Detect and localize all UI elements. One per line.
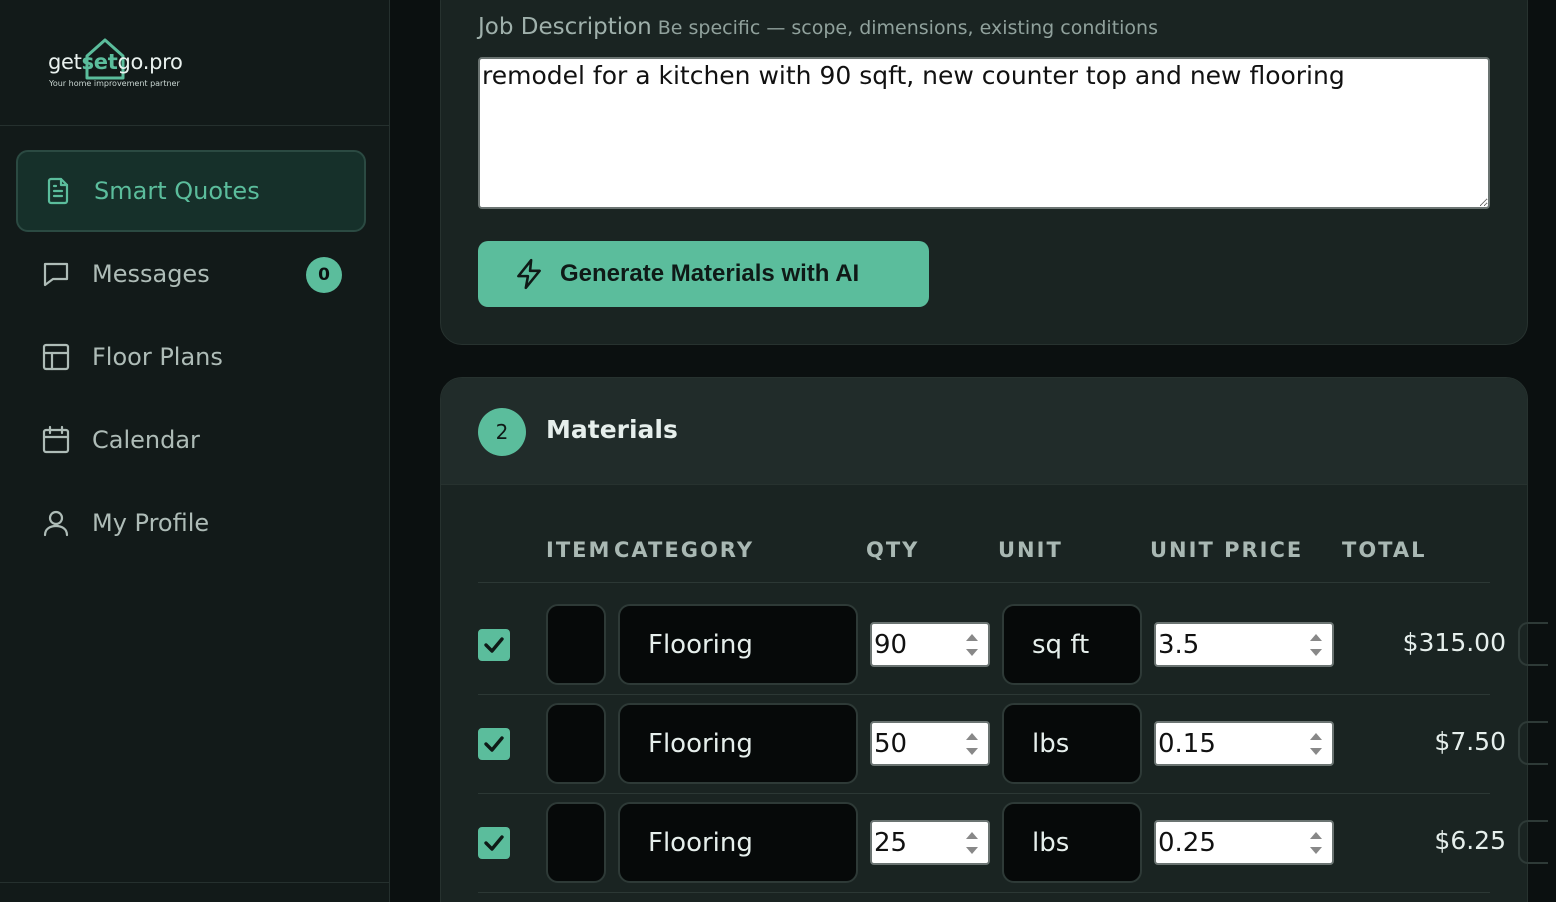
unit-price-value: 0.15 [1158,728,1216,759]
materials-title: Materials [546,415,678,444]
generate-materials-label: Generate Materials with AI [560,260,860,287]
layout-icon [40,341,72,373]
row-action-button[interactable] [1518,721,1548,765]
row-action-button[interactable] [1518,820,1548,864]
quantity-value: 50 [874,728,908,759]
unit-price-input[interactable]: 0.15 [1154,721,1334,766]
row-action-button[interactable] [1518,622,1548,666]
category-field[interactable]: Flooring [618,802,858,883]
generate-materials-button[interactable]: Generate Materials with AI [478,241,929,307]
quantity-input[interactable]: 25 [870,820,990,865]
lightning-icon [517,258,541,290]
job-description-hint: Be specific — scope, dimensions, existin… [657,17,1158,39]
item-field[interactable] [546,703,606,784]
unit-price-value: 3.5 [1158,629,1200,660]
unit-price-input[interactable]: 0.25 [1154,820,1334,865]
row-checkbox[interactable] [478,827,510,859]
column-header-unit: UNIT [998,538,1063,562]
column-header-total: TOTAL [1342,538,1427,562]
sidebar-item-my-profile[interactable]: My Profile [16,482,366,564]
spinner-arrows-icon[interactable] [1306,628,1326,662]
row-divider [478,694,1490,695]
sidebar-item-floor-plans[interactable]: Floor Plans [16,316,366,398]
sidebar-item-label: My Profile [92,509,210,537]
table-header-divider [478,582,1490,583]
job-description-input[interactable] [478,57,1490,209]
unit-price-input[interactable]: 3.5 [1154,622,1334,667]
column-header-qty: QTY [866,538,920,562]
materials-header: 2 Materials [441,378,1527,485]
spinner-arrows-icon[interactable] [962,628,982,662]
column-header-category: CATEGORY [614,538,755,562]
step-number: 2 [478,408,526,456]
checkmark-icon [484,835,504,851]
row-checkbox[interactable] [478,728,510,760]
row-checkbox[interactable] [478,629,510,661]
sidebar-item-calendar[interactable]: Calendar [16,399,366,481]
quantity-value: 25 [874,827,908,858]
brand-tagline: Your home improvement partner [49,79,180,88]
sidebar: getsetgo.pro Your home improvement partn… [0,0,390,902]
unit-field[interactable]: sq ft [1002,604,1142,685]
spinner-arrows-icon[interactable] [1306,727,1326,761]
calendar-icon [40,424,72,456]
sidebar-item-label: Messages [92,260,210,288]
quantity-input[interactable]: 50 [870,721,990,766]
sidebar-item-label: Smart Quotes [94,177,260,205]
sidebar-item-smart-quotes[interactable]: Smart Quotes [16,150,366,232]
user-icon [40,507,72,539]
spinner-arrows-icon[interactable] [962,727,982,761]
category-field[interactable]: Flooring [618,703,858,784]
logo[interactable]: getsetgo.pro Your home improvement partn… [0,0,389,126]
row-divider [478,892,1490,893]
item-field[interactable] [546,604,606,685]
row-divider [478,793,1490,794]
brand-wordmark: getsetgo.pro [48,50,183,74]
category-field[interactable]: Flooring [618,604,858,685]
unit-field[interactable]: lbs [1002,802,1142,883]
row-total: $315.00 [1402,628,1506,657]
unit-price-value: 0.25 [1158,827,1216,858]
spinner-arrows-icon[interactable] [1306,826,1326,860]
sidebar-divider [0,882,390,883]
quantity-value: 90 [874,629,908,660]
job-description-label: Job Description Be specific — scope, dime… [478,14,1158,40]
column-header-unit-price: UNIT PRICE [1150,538,1304,562]
quantity-input[interactable]: 90 [870,622,990,667]
messages-count-badge: 0 [306,257,342,293]
checkmark-icon [484,637,504,653]
column-header-item: ITEM [546,538,612,562]
sidebar-nav: Smart Quotes Messages 0 Floor Plans Cale… [16,150,366,565]
row-total: $7.50 [1434,727,1506,756]
unit-field[interactable]: lbs [1002,703,1142,784]
spinner-arrows-icon[interactable] [962,826,982,860]
chat-icon [40,258,72,290]
sidebar-item-messages[interactable]: Messages 0 [16,233,366,315]
sidebar-item-label: Calendar [92,426,200,454]
document-icon [42,175,74,207]
item-field[interactable] [546,802,606,883]
sidebar-item-label: Floor Plans [92,343,223,371]
checkmark-icon [484,736,504,752]
row-total: $6.25 [1434,826,1506,855]
